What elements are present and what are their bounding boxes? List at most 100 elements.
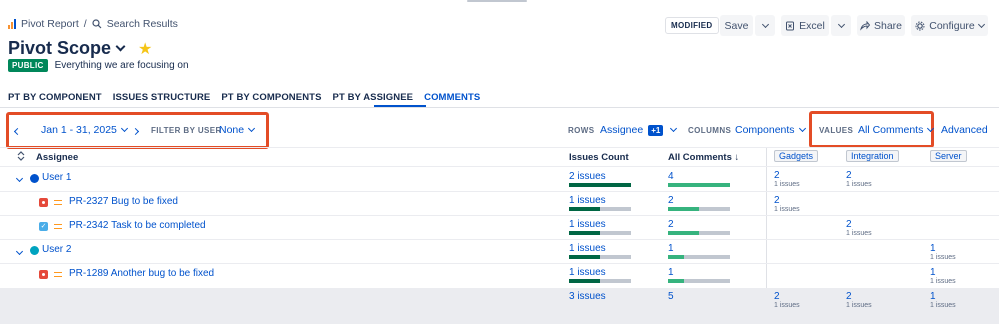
save-label: Save	[724, 19, 749, 32]
bug-icon	[39, 198, 48, 207]
server-value[interactable]: 1	[930, 268, 936, 278]
save-button[interactable]: Save	[720, 15, 753, 36]
issues-count-cell[interactable]: 1 issues	[569, 268, 606, 278]
all-comments-bar	[668, 279, 730, 283]
integration-value[interactable]: 2	[846, 220, 852, 230]
all-comments-cell[interactable]: 1	[668, 268, 674, 278]
collapse-row-toggle[interactable]	[15, 245, 24, 257]
total-integration-sub: 1 issues	[846, 302, 872, 309]
columns-value: Components	[735, 124, 795, 136]
total-gadgets-value[interactable]: 2	[774, 292, 780, 302]
filter-by-user-select[interactable]: None	[219, 124, 256, 136]
previous-period-button[interactable]	[13, 125, 22, 137]
values-label: VALUES	[819, 126, 854, 135]
excel-options-button[interactable]	[831, 15, 851, 36]
server-sub: 1 issues	[930, 278, 956, 285]
avatar-icon	[30, 174, 39, 183]
tab-pt-by-component[interactable]: PT BY COMPONENT	[8, 92, 102, 103]
configure-button[interactable]: Configure	[911, 15, 988, 36]
assignee-column-header[interactable]: Assignee	[36, 152, 78, 163]
component-header-server[interactable]: Server	[930, 150, 967, 162]
all-comments-cell[interactable]: 1	[668, 244, 674, 254]
row-label[interactable]: PR-1289 Another bug to be fixed	[69, 268, 214, 279]
task-icon: ✓	[39, 222, 48, 231]
row-label[interactable]: User 2	[42, 244, 71, 255]
issues-count-bar-fill	[569, 231, 600, 235]
integration-value[interactable]: 2	[846, 171, 852, 181]
row-label[interactable]: PR-2342 Task to be completed	[69, 220, 206, 231]
issues-count-bar	[569, 207, 631, 211]
all-comments-bar	[668, 207, 730, 211]
share-button[interactable]: Share	[857, 15, 905, 36]
gadgets-value[interactable]: 2	[774, 171, 780, 181]
columns-select[interactable]: Components	[735, 124, 806, 136]
chevron-down-icon	[120, 124, 128, 133]
totals-row: 3 issues 5 2 1 issues 2 1 issues 1 1 iss…	[0, 288, 999, 324]
issues-count-cell[interactable]: 1 issues	[569, 196, 606, 206]
advanced-link[interactable]: Advanced	[941, 124, 988, 136]
tab-pt-by-assignee[interactable]: PT BY ASSIGNEE	[333, 92, 414, 103]
excel-label: Excel	[799, 19, 825, 32]
bug-icon	[39, 270, 48, 279]
tab-comments[interactable]: COMMENTS	[424, 92, 480, 103]
chevron-down-icon	[15, 247, 24, 256]
all-comments-bar-fill	[668, 279, 684, 283]
all-comments-header-label: All Comments	[668, 152, 732, 163]
all-comments-bar-fill	[668, 255, 684, 259]
table-row: User 1 2 issues 4 2 1 issues 2 1 issues	[0, 167, 999, 191]
star-icon[interactable]: ★	[138, 39, 152, 59]
tab-issues-structure[interactable]: ISSUES STRUCTURE	[113, 92, 211, 103]
gadgets-sub: 1 issues	[774, 181, 800, 188]
all-comments-cell[interactable]: 4	[668, 172, 674, 182]
row-label[interactable]: PR-2327 Bug to be fixed	[69, 196, 178, 207]
save-options-button[interactable]	[755, 15, 775, 36]
table-row: ✓ PR-2342 Task to be completed 1 issues …	[0, 216, 999, 239]
breadcrumb-current[interactable]: Search Results	[107, 18, 178, 30]
all-comments-cell[interactable]: 2	[668, 196, 674, 206]
issues-count-cell[interactable]: 1 issues	[569, 244, 606, 254]
excel-button[interactable]: Excel	[781, 15, 829, 36]
date-range-picker[interactable]: Jan 1 - 31, 2025	[41, 124, 128, 136]
component-header-gadgets[interactable]: Gadgets	[774, 150, 819, 162]
window-drag-handle	[467, 0, 527, 2]
issues-count-bar-fill	[569, 279, 600, 283]
next-period-button[interactable]	[131, 125, 140, 137]
issues-count-cell[interactable]: 1 issues	[569, 220, 606, 230]
chevron-down-icon[interactable]	[115, 41, 126, 52]
component-header-integration[interactable]: Integration	[846, 150, 899, 162]
rows-extra-badge: +1	[648, 124, 664, 136]
all-comments-cell[interactable]: 2	[668, 220, 674, 230]
total-integration-value[interactable]: 2	[846, 292, 852, 302]
server-sub: 1 issues	[930, 254, 956, 261]
page-title: Pivot Scope ★	[8, 38, 152, 59]
tab-pt-by-components[interactable]: PT BY COMPONENTS	[221, 92, 321, 103]
breadcrumb-parent[interactable]: Pivot Report	[21, 18, 79, 30]
collapse-row-toggle[interactable]	[15, 172, 24, 184]
total-server-sub: 1 issues	[930, 302, 956, 309]
pivot-report-icon	[8, 19, 16, 29]
gadgets-value[interactable]: 2	[774, 196, 780, 206]
chevron-down-icon	[837, 20, 845, 28]
sort-descending-icon: ↓	[734, 152, 740, 163]
issues-count-cell[interactable]: 2 issues	[569, 172, 606, 182]
issues-count-bar	[569, 279, 631, 283]
table-row: User 2 1 issues 1 1 1 issues	[0, 240, 999, 263]
sort-icon[interactable]	[17, 151, 25, 164]
advanced-label: Advanced	[941, 124, 988, 136]
share-label: Share	[873, 19, 903, 32]
rows-select[interactable]: Assignee +1	[600, 124, 678, 136]
chevron-down-icon	[248, 124, 256, 133]
all-comments-bar-fill	[668, 231, 699, 235]
issues-count-bar-fill	[569, 183, 631, 187]
row-label[interactable]: User 1	[42, 172, 71, 183]
values-select[interactable]: All Comments	[858, 124, 935, 136]
report-title[interactable]: Pivot Scope	[8, 38, 111, 59]
issues-count-column-header[interactable]: Issues Count	[569, 152, 629, 163]
total-server-value[interactable]: 1	[930, 292, 936, 302]
total-issues-cell[interactable]: 3 issues	[569, 292, 606, 302]
total-comments-cell[interactable]: 5	[668, 292, 674, 302]
issues-count-bar	[569, 183, 631, 187]
server-value[interactable]: 1	[930, 244, 936, 254]
all-comments-column-header[interactable]: All Comments ↓	[668, 152, 739, 163]
all-comments-bar	[668, 255, 730, 259]
